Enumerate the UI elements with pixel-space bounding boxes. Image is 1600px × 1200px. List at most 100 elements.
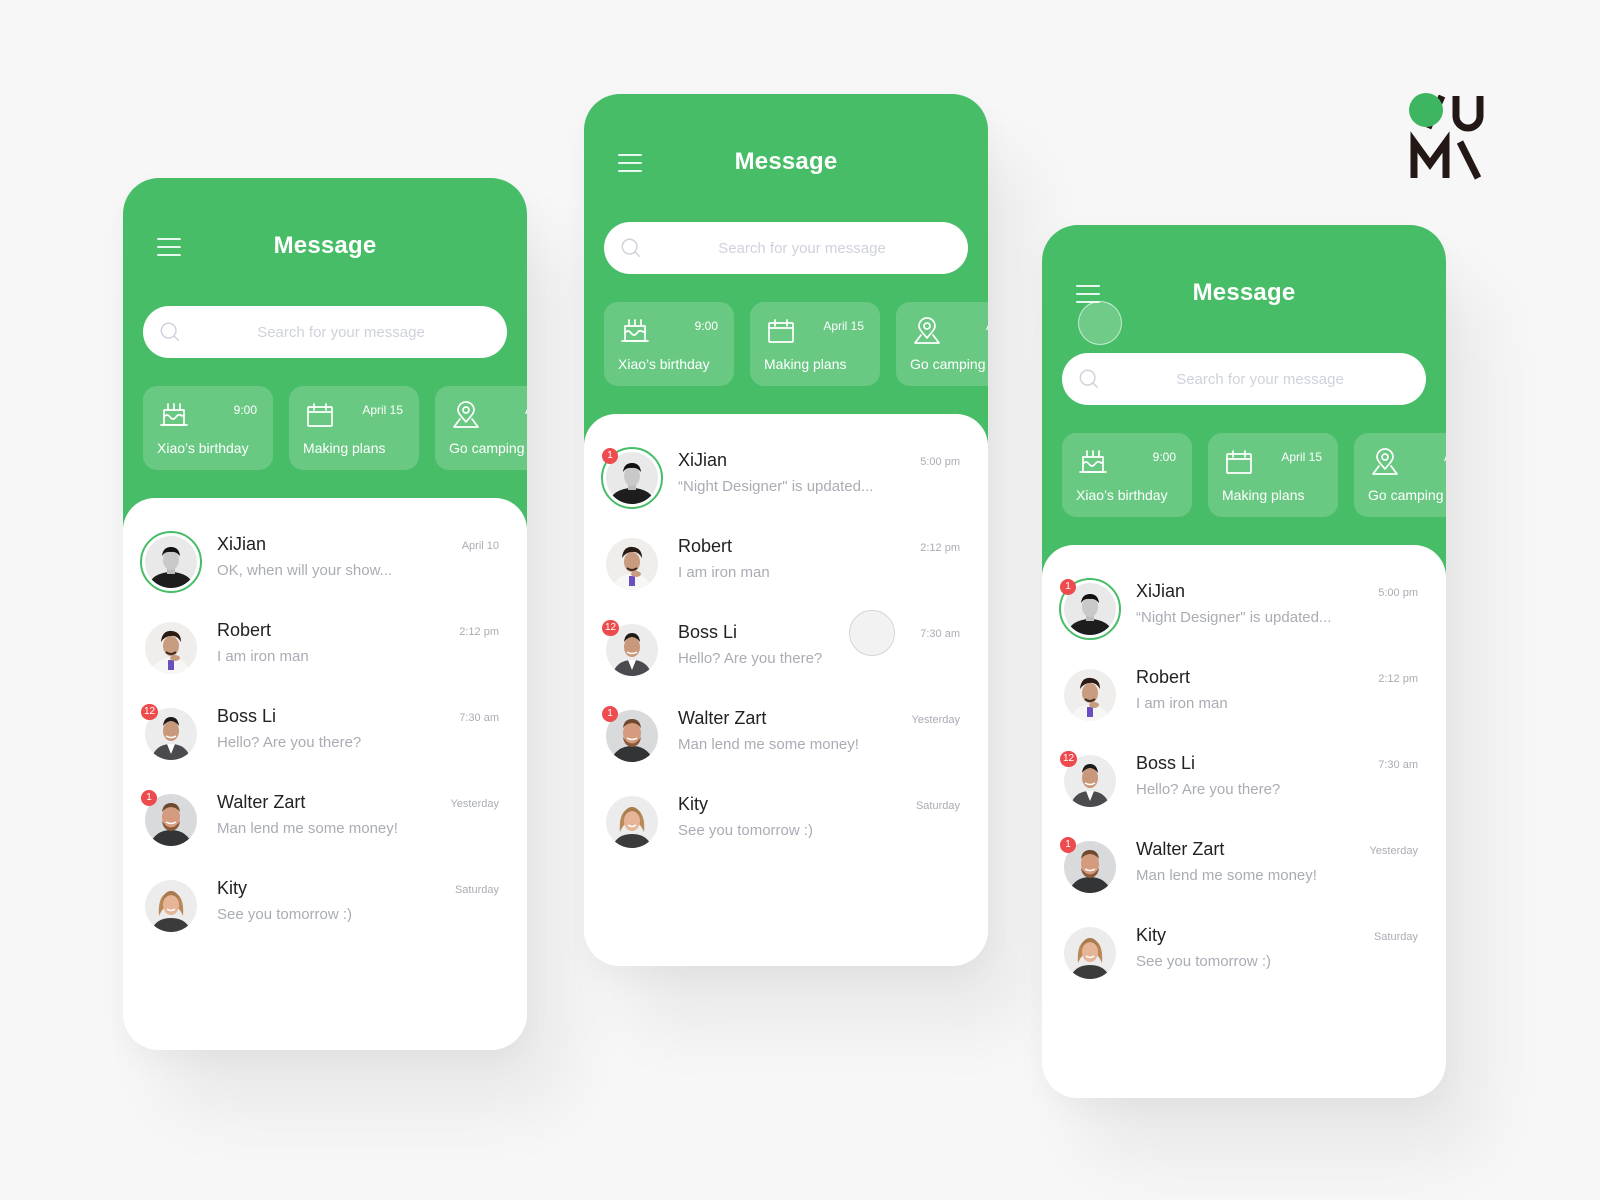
calendar-icon	[766, 316, 796, 346]
chat-list-item[interactable]: XiJian OK, when will your show... April …	[123, 526, 527, 612]
search-bar[interactable]	[604, 222, 968, 274]
search-bar[interactable]	[1062, 353, 1426, 405]
message-time: 5:00 pm	[920, 456, 960, 468]
avatar-wrap	[141, 618, 201, 678]
avatar-wrap	[602, 792, 662, 852]
avatar-photo	[606, 796, 658, 848]
avatar-wrap: 1	[1059, 578, 1121, 640]
chat-list-item[interactable]: Robert I am iron man 2:12 pm	[1042, 659, 1446, 745]
message-preview: “Night Designer" is updated...	[678, 478, 874, 495]
message-preview: Hello? Are you there?	[217, 734, 362, 751]
event-card[interactable]: April 15 Making plans	[289, 386, 419, 470]
search-icon	[1078, 368, 1100, 390]
chat-list-item[interactable]: Kity See you tomorrow :) Saturday	[584, 786, 988, 872]
touch-indicator	[849, 610, 895, 656]
message-time: Saturday	[1373, 931, 1418, 943]
event-card[interactable]: 9:00 Xiao’s birthday	[143, 386, 273, 470]
unread-badge: 1	[602, 706, 618, 722]
unread-badge: 1	[1060, 579, 1076, 595]
message-time: 7:30 am	[920, 628, 960, 640]
chat-list-item[interactable]: 1 XiJian “Night Designer" is updated... …	[584, 442, 988, 528]
event-card[interactable]: 9:00 Xiao’s birthday	[604, 302, 734, 386]
contact-name: Walter Zart	[678, 708, 767, 728]
location-pin-icon	[1370, 447, 1400, 477]
header: Message 9:00 Xiao’s birthday April 15 Ma…	[123, 178, 527, 538]
search-bar[interactable]	[143, 306, 507, 358]
birthday-cake-icon	[1078, 447, 1108, 477]
avatar[interactable]	[145, 622, 197, 674]
avatar-photo	[145, 536, 197, 591]
header: Message 9:00 Xiao’s birthday April 15 Ma…	[1042, 225, 1446, 585]
event-card[interactable]: April Go camping	[1354, 433, 1446, 517]
chat-list-item[interactable]: 12 Boss Li Hello? Are you there? 7:30 am	[584, 614, 988, 700]
message-time: 2:12 pm	[459, 626, 499, 638]
event-time: April 15	[362, 403, 403, 417]
message-preview: I am iron man	[1136, 695, 1228, 712]
avatar-wrap: 12	[141, 704, 201, 764]
chat-list-item[interactable]: 1 Walter Zart Man lend me some money! Ye…	[123, 784, 527, 870]
avatar[interactable]	[1064, 927, 1116, 979]
chat-list-item[interactable]: 1 Walter Zart Man lend me some money! Ye…	[584, 700, 988, 786]
event-card[interactable]: April 15 Making plans	[750, 302, 880, 386]
avatar-photo	[145, 622, 197, 674]
unread-badge: 12	[1060, 751, 1078, 767]
avatar[interactable]	[606, 796, 658, 848]
chat-list-item[interactable]: 1 Walter Zart Man lend me some money! Ye…	[1042, 831, 1446, 917]
message-preview: I am iron man	[678, 564, 770, 581]
event-label: Xiao’s birthday	[618, 356, 710, 372]
chat-list-item[interactable]: 12 Boss Li Hello? Are you there? 7:30 am	[123, 698, 527, 784]
event-card[interactable]: April 15 Making plans	[1208, 433, 1338, 517]
search-input[interactable]	[656, 222, 948, 274]
event-time: 9:00	[1152, 450, 1176, 464]
message-preview: See you tomorrow :)	[217, 906, 353, 923]
unread-badge: 12	[141, 704, 159, 720]
header: Message 9:00 Xiao’s birthday April 15 Ma…	[584, 94, 988, 454]
event-card[interactable]: April Go camping	[896, 302, 988, 386]
unread-badge: 12	[602, 620, 620, 636]
avatar-wrap	[1060, 923, 1120, 983]
avatar[interactable]	[145, 880, 197, 932]
event-card[interactable]: 9:00 Xiao’s birthday	[1062, 433, 1192, 517]
chat-list-item[interactable]: Robert I am iron man 2:12 pm	[584, 528, 988, 614]
event-label: Making plans	[303, 440, 386, 456]
contact-name: Kity	[217, 878, 248, 898]
page-title: Message	[734, 148, 838, 175]
message-time: Saturday	[454, 884, 499, 896]
search-input[interactable]	[1114, 353, 1406, 405]
message-time: 5:00 pm	[1378, 587, 1418, 599]
contact-name: Boss Li	[678, 622, 738, 642]
contact-name: Boss Li	[1136, 753, 1196, 773]
chat-list-item[interactable]: 1 XiJian “Night Designer" is updated... …	[1042, 573, 1446, 659]
birthday-cake-icon	[159, 400, 189, 430]
phone-screen-3: Message 9:00 Xiao’s birthday April 15 Ma…	[1042, 225, 1446, 1098]
avatar-wrap: 1	[141, 790, 201, 850]
message-time: April 10	[461, 540, 499, 552]
contact-name: Kity	[1136, 925, 1167, 945]
location-pin-icon	[912, 316, 942, 346]
birthday-cake-icon	[620, 316, 650, 346]
event-label: Making plans	[1222, 487, 1305, 503]
avatar[interactable]	[140, 531, 202, 593]
chat-list-item[interactable]: Kity See you tomorrow :) Saturday	[123, 870, 527, 956]
message-preview: Hello? Are you there?	[678, 650, 823, 667]
event-label: Go camping	[910, 356, 986, 372]
message-preview: Man lend me some money!	[217, 820, 398, 837]
chat-list-item[interactable]: Robert I am iron man 2:12 pm	[123, 612, 527, 698]
calendar-icon	[305, 400, 335, 430]
chat-panel: 1 XiJian “Night Designer" is updated... …	[584, 414, 988, 966]
avatar[interactable]	[1064, 669, 1116, 721]
events-row: 9:00 Xiao’s birthday April 15 Making pla…	[143, 386, 527, 470]
message-time: Saturday	[915, 800, 960, 812]
event-time: 9:00	[694, 319, 718, 333]
message-preview: Man lend me some money!	[1136, 867, 1317, 884]
search-input[interactable]	[195, 306, 487, 358]
chat-list-item[interactable]: Kity See you tomorrow :) Saturday	[1042, 917, 1446, 1003]
chat-list-item[interactable]: 12 Boss Li Hello? Are you there? 7:30 am	[1042, 745, 1446, 831]
event-label: Xiao’s birthday	[157, 440, 249, 456]
avatar[interactable]	[606, 538, 658, 590]
avatar-photo	[1064, 669, 1116, 721]
event-card[interactable]: April Go camping	[435, 386, 527, 470]
message-time: 2:12 pm	[1378, 673, 1418, 685]
avatar-wrap: 1	[602, 706, 662, 766]
message-preview: See you tomorrow :)	[678, 822, 814, 839]
